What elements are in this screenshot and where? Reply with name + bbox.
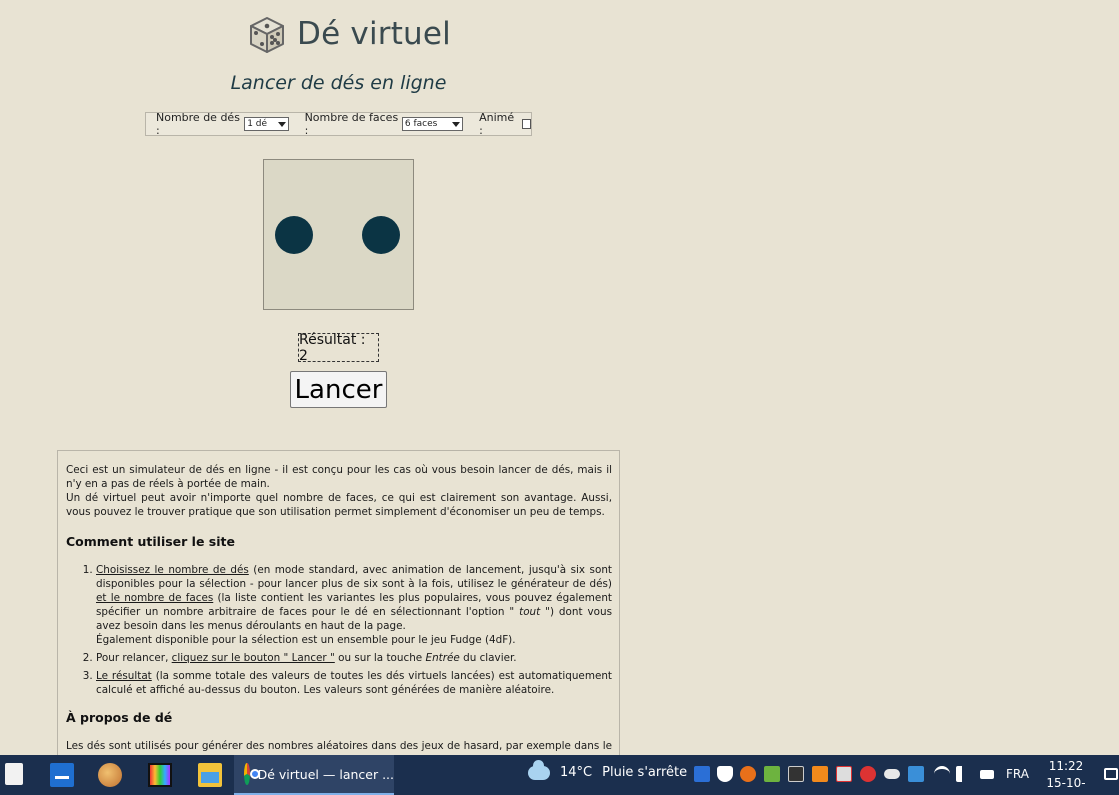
- clock-date: 15-10-21: [1046, 776, 1086, 795]
- onedrive-icon[interactable]: [884, 769, 900, 779]
- browser-page: Dé virtuel Lancer de dés en ligne Nombre…: [0, 0, 1119, 755]
- how-to-heading: Comment utiliser le site: [66, 534, 235, 549]
- chevron-down-icon: [277, 121, 286, 127]
- about-paragraph: Les dés sont utilisés pour générer des n…: [66, 740, 612, 755]
- dice-icon: [250, 17, 284, 53]
- language-indicator[interactable]: FRA: [1006, 767, 1029, 781]
- info-article: Ceci est un simulateur de dés en ligne -…: [57, 450, 620, 755]
- paint-icon[interactable]: [98, 763, 122, 787]
- choose-faces-link[interactable]: et le nombre de faces: [96, 592, 213, 604]
- nvidia-icon[interactable]: [764, 766, 780, 782]
- result-display: Résultat : 2: [298, 332, 379, 364]
- avast-icon[interactable]: [740, 766, 756, 782]
- weather-temperature: 14°C: [560, 765, 593, 780]
- chevron-down-icon: [452, 121, 461, 127]
- magnet-icon[interactable]: [860, 766, 876, 782]
- die-face[interactable]: [263, 159, 414, 310]
- tray-app-icon[interactable]: [788, 766, 804, 782]
- dice-count-select[interactable]: 1 dé: [244, 117, 289, 131]
- intro-paragraph: Un dé virtuel peut avoir n'importe quel …: [66, 492, 612, 518]
- clock-time: 11:22: [1048, 759, 1084, 773]
- result-link[interactable]: Le résultat: [96, 670, 152, 682]
- tray-app-icon[interactable]: [908, 766, 924, 782]
- battery-icon[interactable]: [980, 770, 994, 779]
- animated-group: Animé :: [479, 111, 531, 137]
- how-to-list: Choisissez le nombre de dés (en mode sta…: [66, 563, 612, 697]
- list-item: Le résultat (la somme totale des valeurs…: [96, 669, 612, 697]
- dice-settings-bar: Nombre de dés : 1 dé Nombre de faces : 6…: [145, 111, 532, 137]
- weather-description: Pluie s'arrête: [602, 765, 688, 780]
- weather-widget[interactable]: 14°C Pluie s'arrête: [528, 759, 688, 780]
- media-icon[interactable]: [148, 763, 172, 787]
- faces-select[interactable]: 6 faces: [401, 117, 464, 131]
- cloud-rain-icon: [528, 759, 550, 780]
- list-item: Pour relancer, cliquez sur le bouton " L…: [96, 651, 612, 665]
- wifi-icon[interactable]: [934, 766, 950, 782]
- shield-icon[interactable]: [717, 766, 733, 782]
- taskbar-chrome-window[interactable]: Dé virtuel — lancer ...: [234, 755, 394, 795]
- notepad-icon[interactable]: [5, 763, 23, 785]
- page-title: Dé virtuel: [297, 16, 451, 52]
- dice-count-label: Nombre de dés :: [156, 111, 240, 137]
- file-explorer-icon[interactable]: [198, 763, 222, 787]
- intro-paragraph: Ceci est un simulateur de dés en ligne -…: [66, 464, 612, 490]
- page-subtitle: Lancer de dés en ligne: [230, 72, 447, 94]
- taskbar-clock[interactable]: 11:22 15-10-21: [1040, 758, 1092, 795]
- list-item: Choisissez le nombre de dés (en mode sta…: [96, 563, 612, 647]
- faces-group: Nombre de faces : 6 faces: [305, 111, 464, 137]
- speaker-muted-icon[interactable]: [956, 766, 966, 782]
- faces-label: Nombre de faces :: [304, 111, 399, 137]
- animated-checkbox[interactable]: [521, 119, 531, 129]
- choose-dice-link[interactable]: Choisissez le nombre de dés: [96, 564, 249, 576]
- windows-taskbar: Dé virtuel — lancer ... 14°C Pluie s'arr…: [0, 755, 1119, 795]
- roll-button[interactable]: Lancer: [290, 371, 387, 408]
- chrome-icon: [244, 763, 259, 785]
- roll-button-link[interactable]: cliquez sur le bouton " Lancer ": [172, 652, 335, 664]
- notification-icon[interactable]: [1104, 768, 1118, 780]
- die-pip: [362, 216, 400, 254]
- tray-app-icon[interactable]: [812, 766, 828, 782]
- animated-label: Animé :: [479, 111, 515, 137]
- about-heading: À propos de dé: [66, 710, 173, 725]
- dice-count-group: Nombre de dés : 1 dé: [156, 111, 289, 137]
- tray-app-icon[interactable]: [836, 766, 852, 782]
- site-header: Dé virtuel: [245, 12, 451, 56]
- scanner-icon[interactable]: [50, 763, 74, 787]
- tray-app-icon[interactable]: [694, 766, 710, 782]
- die-pip: [275, 216, 313, 254]
